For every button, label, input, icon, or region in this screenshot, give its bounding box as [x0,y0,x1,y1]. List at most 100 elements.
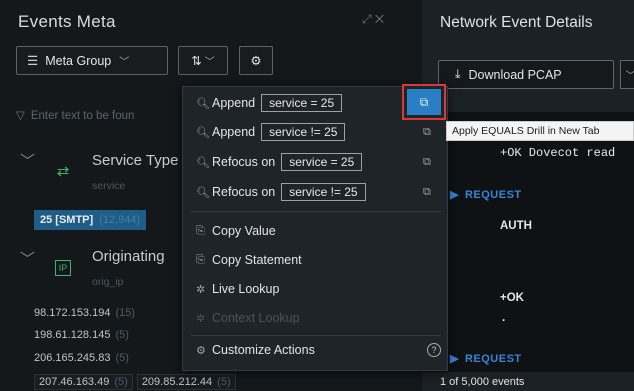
search-icon: 🔍︎ [196,156,210,169]
ip-count: (5) [114,376,128,388]
settings-button[interactable]: ⚙ [239,46,273,75]
expand-close-icons[interactable]: ⤢ ✕ [362,12,384,27]
menu-item-copy-statement[interactable]: ⎘ Copy Statement [183,247,449,273]
menu-divider [191,211,441,212]
chevron-down-icon: ﹀ [626,67,634,82]
request-label-text: REQUEST [464,189,522,201]
menu-item-customize-actions[interactable]: ⚙ Customize Actions [183,337,449,363]
response-dot: . [502,312,506,324]
sort-dropdown[interactable]: ⇅ ﹀ [178,46,228,75]
meta-group-dropdown[interactable]: ☰ Meta Group ﹀ [16,46,168,75]
arrow-right-icon: ▶ [450,353,459,365]
open-new-tab-icon[interactable]: ⧉ [423,126,431,139]
highlight-frame: ⧉ [402,84,446,120]
menu-item-label: Copy Value [212,224,276,238]
help-icon[interactable]: ? [427,343,441,357]
request-label: ▶ REQUEST [450,188,522,201]
filter-icon: ▽ [16,110,25,122]
collapse-chevron-icon[interactable]: ﹀ [20,248,35,269]
meta-value-row: 207.46.163.49 (5) 209.85.212.44 (5) [34,374,240,390]
ip-count: (15) [115,307,136,319]
menu-item-context-lookup: ✲ Context Lookup [183,305,449,331]
menu-item-label: Live Lookup [212,282,280,296]
menu-item-append-not-equals[interactable]: 🔍︎ Append service != 25 ⧉ [183,119,449,145]
lookup-icon: ✲ [196,283,206,296]
search-icon: 🔍︎ [196,186,210,199]
open-new-tab-button[interactable]: ⧉ [407,89,441,115]
group-key-service: service [92,180,126,192]
group-title-service[interactable]: Service Type [92,152,178,169]
menu-item-label: Copy Statement [212,253,302,267]
menu-item-live-lookup[interactable]: ✲ Live Lookup [183,276,449,302]
download-pcap-button[interactable]: ⤓ Download PCAP [438,60,614,89]
response-line: +OK Dovecot read [500,146,616,160]
event-reconstruction-view: +OK Dovecot read ▶ REQUEST AUTH +OK . ▶ RE… [422,112,634,372]
panel-title: Network Event Details [440,14,593,31]
meta-value-smtp[interactable]: 25 [SMTP] (12,944) [34,210,147,230]
query-chip: service != 25 [261,123,346,141]
search-icon: 🔍︎ [196,97,210,110]
menu-item-copy-value[interactable]: ⎘ Copy Value [183,218,449,244]
lookup-icon: ✲ [196,312,206,325]
menu-item-label: Append [212,96,256,110]
ip-icon: IP [55,260,71,276]
meta-value-ip[interactable]: 98.172.153.194 (15) [34,307,135,319]
menu-item-refocus-equals[interactable]: 🔍︎ Refocus on service = 25 ⧉ [183,149,449,175]
group-key-orig-ip: orig_ip [92,276,124,288]
ip-count: (5) [217,376,231,388]
menu-item-label: Refocus on [212,185,276,199]
request-label-text: REQUEST [464,353,522,365]
ip-value: 207.46.163.49 [39,376,110,388]
chevron-down-icon: ﹀ [204,57,215,68]
search-icon: 🔍︎ [196,126,210,139]
ip-value: 206.165.245.83 [34,352,111,364]
menu-item-label: Customize Actions [212,343,315,357]
meta-group-label: Meta Group [45,53,112,68]
menu-item-label: Refocus on [212,155,276,169]
service-type-icon: ⇄ [56,163,70,180]
chevron-down-icon: ﹀ [119,57,130,68]
open-new-tab-icon[interactable]: ⧉ [423,156,431,169]
collapse-chevron-icon[interactable]: ﹀ [20,150,35,171]
meta-value-label: 25 [SMTP] [40,214,94,226]
download-icon: ⤓ [455,67,461,81]
menu-item-label: Context Lookup [212,311,300,325]
download-label: Download PCAP [468,67,562,82]
open-new-tab-icon[interactable]: ⧉ [423,186,431,199]
ip-value: 198.61.128.145 [34,329,111,341]
group-title-originating[interactable]: Originating [92,248,165,265]
copy-icon: ⎘ [196,224,205,237]
ip-count: (5) [115,329,129,341]
arrow-right-icon: ▶ [450,189,459,201]
filter-input[interactable]: ▽ Enter text to be foun [16,108,134,122]
meta-value-ip[interactable]: 206.165.245.83 (5) [34,352,129,364]
query-chip: service != 25 [281,183,366,201]
request-label: ▶ REQUEST [450,352,522,365]
meta-value-ip[interactable]: 209.85.212.44 (5) [136,374,236,390]
meta-context-menu: 🔍︎ Append service = 25 🔍︎ Append service… [182,86,448,371]
ip-count: (5) [115,352,129,364]
filter-placeholder: Enter text to be foun [30,110,135,122]
ip-value: 209.85.212.44 [141,376,213,388]
gear-icon: ⚙ [250,54,262,68]
meta-value-ip[interactable]: 198.61.128.145 (5) [34,329,129,341]
panel-title: Events Meta [18,12,116,31]
menu-item-refocus-not-equals[interactable]: 🔍︎ Refocus on service != 25 ⧉ [183,179,449,205]
gear-icon: ⚙ [196,344,206,357]
network-event-details-panel: Network Event Details ⤓ Download PCAP ﹀ … [422,0,634,391]
tooltip: Apply EQUALS Drill in New Tab [446,121,634,141]
download-options-dropdown[interactable]: ﹀ [620,60,634,89]
copy-icon: ⎘ [196,253,205,266]
open-new-tab-icon: ⧉ [419,94,429,109]
menu-item-label: Append [212,125,256,139]
meta-value-ip[interactable]: 207.46.163.49 (5) [34,374,133,390]
ip-value: 98.172.153.194 [34,307,111,319]
meta-value-count: (12,944) [99,214,141,226]
query-chip: service = 25 [281,153,363,171]
query-chip: service = 25 [261,94,343,112]
sort-icon: ⇅ [191,54,202,68]
menu-divider [191,335,441,336]
response-text: +OK [500,292,524,304]
list-icon: ☰ [27,54,39,68]
event-counter: 1 of 5,000 events [440,376,525,388]
